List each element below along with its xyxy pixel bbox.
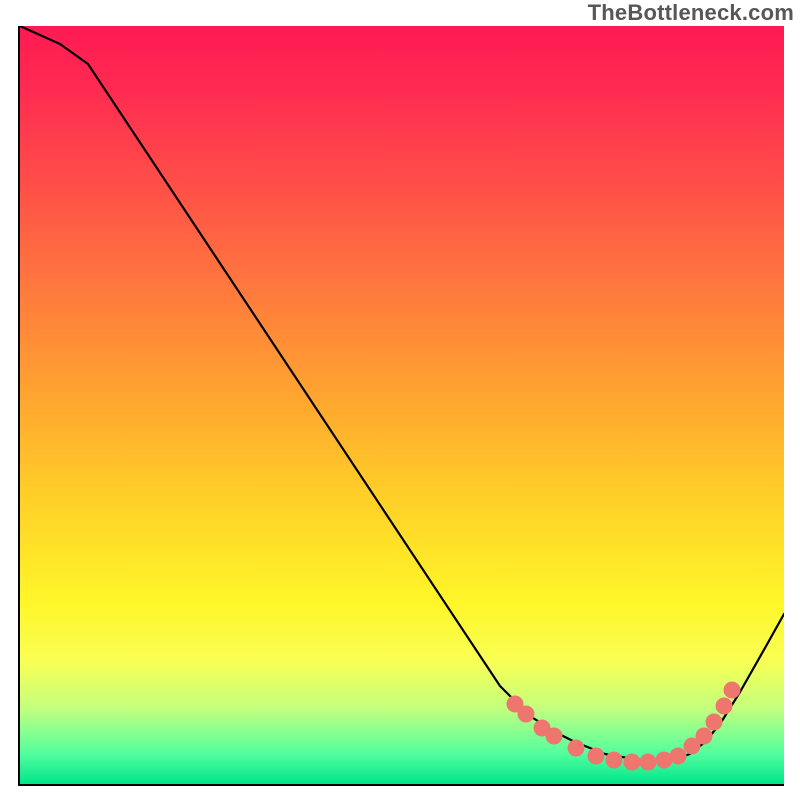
trough-marker [716,698,732,714]
trough-marker [706,714,722,730]
trough-marker [656,752,672,768]
bottleneck-curve [20,26,784,760]
trough-marker [640,754,656,770]
trough-marker [696,728,712,744]
plot-area [18,26,784,786]
trough-marker [724,682,740,698]
trough-marker [568,740,584,756]
chart-svg [20,26,784,784]
watermark-label: TheBottleneck.com [588,0,794,26]
trough-marker [606,752,622,768]
chart-container: TheBottleneck.com [0,0,800,800]
trough-marker [670,748,686,764]
trough-marker [546,728,562,744]
trough-marker [518,706,534,722]
trough-marker [624,754,640,770]
trough-marker [588,748,604,764]
